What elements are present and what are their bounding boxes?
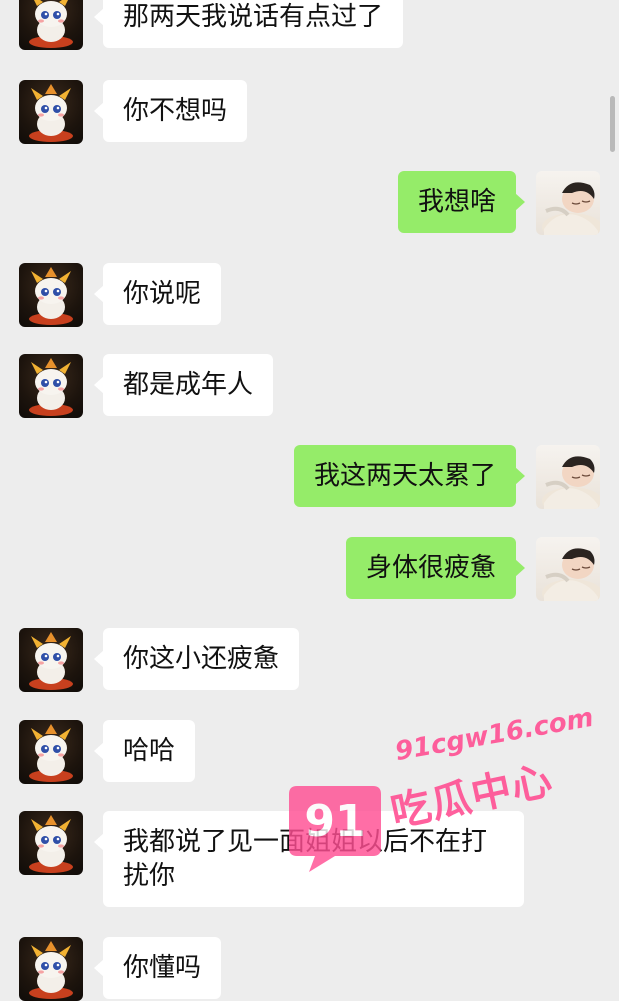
contact-avatar[interactable] [19, 628, 83, 692]
message-bubble[interactable]: 你这小还疲惫 [93, 628, 300, 690]
sleeping-boy-avatar-icon [542, 182, 600, 235]
sleeping-boy-avatar-icon [542, 548, 600, 601]
message-bubble[interactable]: 哈哈 [93, 720, 196, 782]
dragon-avatar-icon [29, 267, 73, 325]
message-bubble[interactable]: 身体很疲惫 [345, 537, 526, 599]
contact-avatar[interactable] [19, 811, 83, 875]
message-bubble[interactable]: 我想啥 [397, 171, 526, 233]
message-bubble[interactable]: 我都说了见一面姐姐以后不在打扰你 [94, 811, 524, 907]
dragon-avatar-icon [29, 941, 73, 999]
contact-avatar[interactable] [19, 720, 83, 784]
dragon-avatar-icon [29, 358, 73, 416]
message-bubble[interactable]: 你懂吗 [93, 937, 222, 999]
contact-avatar[interactable] [19, 80, 83, 144]
contact-avatar[interactable] [19, 354, 83, 418]
contact-avatar[interactable] [19, 263, 83, 327]
user-avatar[interactable] [536, 537, 600, 601]
dragon-avatar-icon [29, 84, 73, 142]
message-bubble[interactable]: 都是成年人 [93, 354, 274, 416]
sleeping-boy-avatar-icon [542, 456, 600, 509]
watermark-url: 91cgw16.com [392, 702, 596, 768]
scrollbar[interactable] [610, 96, 615, 152]
dragon-avatar-icon [29, 0, 73, 48]
user-avatar[interactable] [536, 445, 600, 509]
dragon-avatar-icon [29, 724, 73, 782]
message-bubble[interactable]: 你说呢 [93, 263, 222, 325]
message-bubble[interactable]: 你不想吗 [93, 80, 248, 142]
message-bubble[interactable]: 那两天我说话有点过了 [93, 0, 404, 48]
user-avatar[interactable] [536, 171, 600, 235]
chat-area[interactable]: 那两天我说话有点过了 你不想吗 我想啥 你说呢 都是成年人 我这两天太累了 身体… [0, 0, 619, 1001]
contact-avatar[interactable] [19, 0, 83, 50]
message-bubble[interactable]: 我这两天太累了 [293, 445, 526, 507]
contact-avatar[interactable] [19, 937, 83, 1001]
dragon-avatar-icon [29, 815, 73, 873]
dragon-avatar-icon [29, 632, 73, 690]
